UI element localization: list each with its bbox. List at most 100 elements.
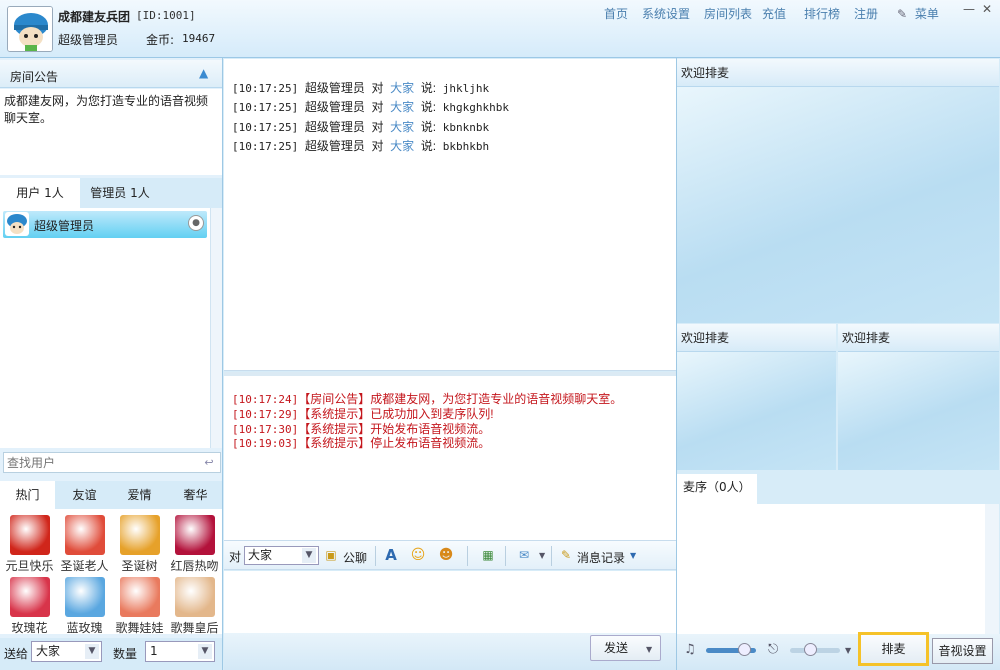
gift-image [119,577,160,617]
gift-item[interactable]: 歌舞皇后 [168,573,221,635]
lock-icon[interactable]: ▣ [323,547,339,563]
message-recipient[interactable]: 大家 [390,120,414,134]
chat-to-select[interactable]: 大家 ▼ [244,546,319,565]
nav-system-settings[interactable]: 系统设置 [642,5,690,22]
message-text: 已成功加入到麦序队列! [370,407,494,421]
gift-item[interactable]: 元旦快乐 [3,511,56,573]
tab-mic-queue[interactable]: 麦序（0人） [677,474,757,504]
quantity-label: 数量 [113,647,138,661]
message-time: [10:17:25] [232,121,299,134]
chevron-down-icon[interactable]: ▼ [845,646,851,655]
search-input[interactable] [7,455,197,470]
message-sender[interactable]: 超级管理员 [305,81,365,95]
chevron-down-icon: ▼ [85,644,99,659]
menu-button[interactable]: ✎ 菜单 [897,5,939,22]
avatar [5,212,29,236]
message-input[interactable] [224,571,676,633]
tab-gift-luxury[interactable]: 奢华 [168,481,223,509]
message-said: 说: [420,120,437,134]
message-said: 说: [420,100,437,114]
enter-icon[interactable]: ↩ [200,454,218,471]
toolbar-divider [467,546,468,566]
tab-gift-hot[interactable]: 热门 [0,481,55,509]
gift-item[interactable]: 红唇热吻 [168,511,221,573]
gift-item[interactable]: 蓝玫瑰 [58,573,111,635]
public-chat-toggle[interactable]: 公聊 [343,549,367,566]
nav-leaderboard[interactable]: 排行榜 [804,5,840,22]
join-queue-button[interactable]: 排麦 [858,632,929,666]
message-recipient[interactable]: 大家 [390,139,414,153]
message-text: bkbhkbh [442,140,490,153]
gift-item[interactable]: 歌舞娃娃 [113,573,166,635]
gift-label: 玫瑰花 [11,621,48,635]
toolbar-divider [375,546,376,566]
gift-label: 歌舞娃娃 [115,621,164,635]
sub-video-1-view[interactable] [677,352,836,470]
chat-to-value: 大家 [248,548,273,562]
speaker-icon[interactable]: ♫ [684,642,696,657]
av-settings-button[interactable]: 音视设置 [932,638,993,664]
tab-gift-friendship[interactable]: 友谊 [57,481,112,509]
microphone-icon[interactable]: ⎋ [768,642,778,657]
gift-item[interactable]: 玫瑰花 [3,573,56,635]
room-logo [7,6,53,52]
tab-admins[interactable]: 管理员 1人 [80,178,160,208]
nav-register[interactable]: 注册 [854,5,878,22]
chevron-down-icon[interactable]: ▼ [539,551,545,560]
gift-item[interactable]: 圣诞老人 [58,511,111,573]
chevron-down-icon: ▼ [302,548,316,563]
message-text: 停止发布语音视频流。 [370,436,491,450]
chat-message: [10:17:25] 超级管理员 对 大家 说: bkbhkbh [232,137,489,154]
emoji-icon[interactable]: ☺ [410,547,426,563]
nav-home[interactable]: 首页 [604,5,628,22]
minimize-button[interactable]: — [962,2,976,16]
sub-video-2-view[interactable] [838,352,999,470]
message-verb: 对 [371,81,384,95]
nav-recharge[interactable]: 充值 [762,5,786,22]
send-to-value: 大家 [36,644,61,658]
gift-image [174,577,215,617]
main-video-view[interactable] [677,87,999,323]
message-sender[interactable]: 超级管理员 [305,120,365,134]
font-icon[interactable]: A [383,547,399,563]
queue-scrollbar[interactable] [985,504,999,634]
chat-to-label: 对 [229,550,242,564]
gift-item[interactable]: 圣诞树 [113,511,166,573]
send-to-label: 送给 [4,647,29,661]
sub-video-2-title: 欢迎排麦 [838,324,999,352]
chevron-down-icon[interactable]: ▼ [630,551,636,560]
sub-video-1-title: 欢迎排麦 [677,324,836,352]
collapse-icon[interactable]: ▲ [199,66,208,80]
gift-label: 红唇热吻 [170,559,219,573]
message-recipient[interactable]: 大家 [390,100,414,114]
mic-volume-slider-handle[interactable] [804,643,817,656]
message-history-button[interactable]: 消息记录 [577,549,625,566]
send-to-select[interactable]: 大家 ▼ [31,641,102,662]
coins-value: 19467 [182,32,216,45]
chat-message: [10:17:25] 超级管理员 对 大家 说: khgkghkhbk [232,98,509,115]
gift-label: 歌舞皇后 [170,621,219,635]
message-time: [10:17:25] [232,101,299,114]
tab-users[interactable]: 用户 1人 [0,178,80,208]
notice-title: 房间公告 [10,70,59,84]
image-icon[interactable]: ▦ [480,547,496,563]
close-button[interactable]: ✕ [980,2,994,16]
speech-bubble-icon[interactable]: ✉ [516,547,532,563]
message-said: 说: [420,139,437,153]
quantity-select[interactable]: 1 ▼ [145,641,215,662]
message-verb: 对 [371,100,384,114]
emoticon-pack-icon[interactable]: ☻ [438,547,454,563]
volume-slider-handle[interactable] [737,643,751,656]
user-list-scrollbar[interactable] [210,208,222,448]
message-text: khgkghkhbk [442,101,509,114]
message-time: [10:19:03] [232,437,299,450]
message-text: 成都建友网，为您打造专业的语音视频聊天室。 [370,392,623,406]
chevron-down-icon[interactable]: ▼ [646,645,652,654]
tab-gift-love[interactable]: 爱情 [112,481,167,509]
message-recipient[interactable]: 大家 [390,81,414,95]
message-sender[interactable]: 超级管理员 [305,139,365,153]
message-time: [10:17:25] [232,140,299,153]
message-time: [10:17:25] [232,82,299,95]
message-sender[interactable]: 超级管理员 [305,100,365,114]
nav-room-list[interactable]: 房间列表 [704,5,752,22]
